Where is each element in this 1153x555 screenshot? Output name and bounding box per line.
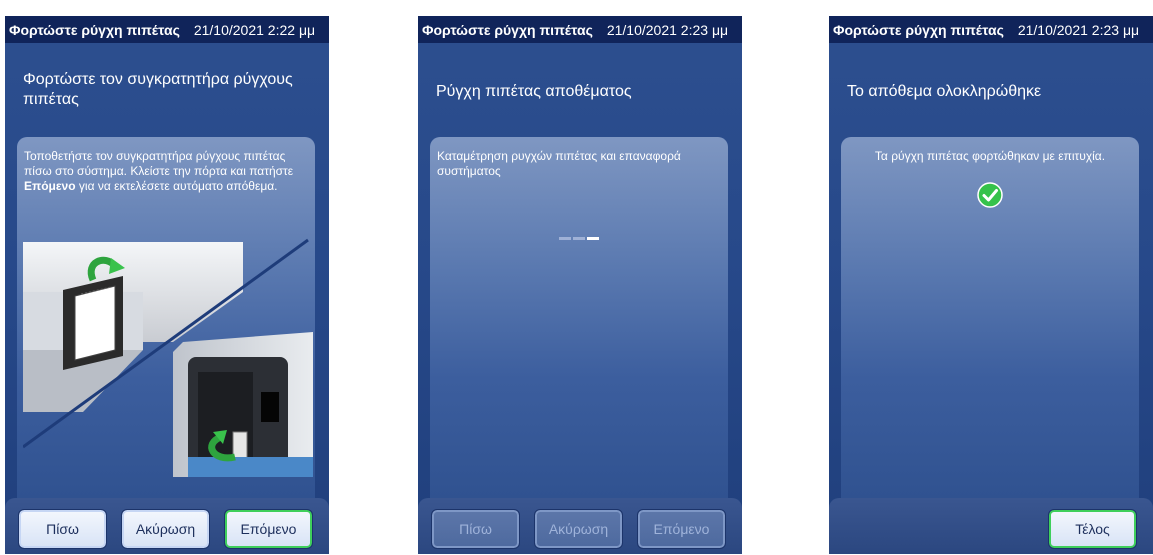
finish-button[interactable]: Τέλος	[1048, 509, 1137, 549]
instruction-panel: Τοποθετήστε τον συγκρατητήρα ρύγχους πιπ…	[17, 137, 315, 509]
cancel-button[interactable]: Ακύρωση	[534, 509, 623, 549]
screen-title: Φορτώστε ρύγχη πιπέτας	[422, 21, 593, 38]
screen-title: Φορτώστε ρύγχη πιπέτας	[9, 21, 180, 38]
status-text: Καταμέτρηση ρυγχών πιπέτας και επαναφορά…	[437, 149, 681, 178]
success-message: Τα ρύγχη πιπέτας φορτώθηκαν με επιτυχία.	[874, 149, 1106, 163]
cancel-button[interactable]: Ακύρωση	[121, 509, 210, 549]
instruction-text: Τοποθετήστε τον συγκρατητήρα ρύγχους πιπ…	[24, 149, 294, 193]
button-bar: Πίσω Ακύρωση Επόμενο	[418, 498, 742, 554]
datetime: 21/10/2021 2:23 μμ	[1017, 21, 1140, 38]
progress-dots-icon	[430, 227, 728, 245]
button-bar: Τέλος	[829, 498, 1153, 554]
inventory-complete-screen: Φορτώστε ρύγχη πιπέτας 21/10/2021 2:23 μ…	[829, 16, 1153, 554]
inventory-screen: Φορτώστε ρύγχη πιπέτας 21/10/2021 2:23 μ…	[418, 16, 742, 554]
step-heading: Φορτώστε τον συγκρατητήρα ρύγχους πιπέτα…	[23, 71, 293, 108]
step-heading: Το απόθεμα ολοκληρώθηκε	[847, 83, 1042, 100]
check-circle-icon	[977, 182, 1003, 208]
next-button[interactable]: Επόμενο	[224, 509, 313, 549]
datetime: 21/10/2021 2:23 μμ	[606, 21, 729, 38]
step-heading: Ρύγχη πιπέτας αποθέματος	[436, 83, 632, 100]
title-bar: Φορτώστε ρύγχη πιπέτας 21/10/2021 2:23 μ…	[829, 16, 1153, 43]
result-panel: Τα ρύγχη πιπέτας φορτώθηκαν με επιτυχία.	[841, 137, 1139, 509]
status-panel: Καταμέτρηση ρυγχών πιπέτας και επαναφορά…	[430, 137, 728, 509]
load-holder-screen: Φορτώστε ρύγχη πιπέτας 21/10/2021 2:22 μ…	[5, 16, 329, 554]
datetime: 21/10/2021 2:22 μμ	[193, 21, 316, 38]
title-bar: Φορτώστε ρύγχη πιπέτας 21/10/2021 2:23 μ…	[418, 16, 742, 43]
back-button[interactable]: Πίσω	[18, 509, 107, 549]
next-button[interactable]: Επόμενο	[637, 509, 726, 549]
tip-holder-illustration	[23, 238, 313, 477]
button-bar: Πίσω Ακύρωση Επόμενο	[5, 498, 329, 554]
title-bar: Φορτώστε ρύγχη πιπέτας 21/10/2021 2:22 μ…	[5, 16, 329, 43]
next-keyword: Επόμενο	[24, 179, 76, 193]
screen-title: Φορτώστε ρύγχη πιπέτας	[833, 21, 1004, 38]
back-button[interactable]: Πίσω	[431, 509, 520, 549]
